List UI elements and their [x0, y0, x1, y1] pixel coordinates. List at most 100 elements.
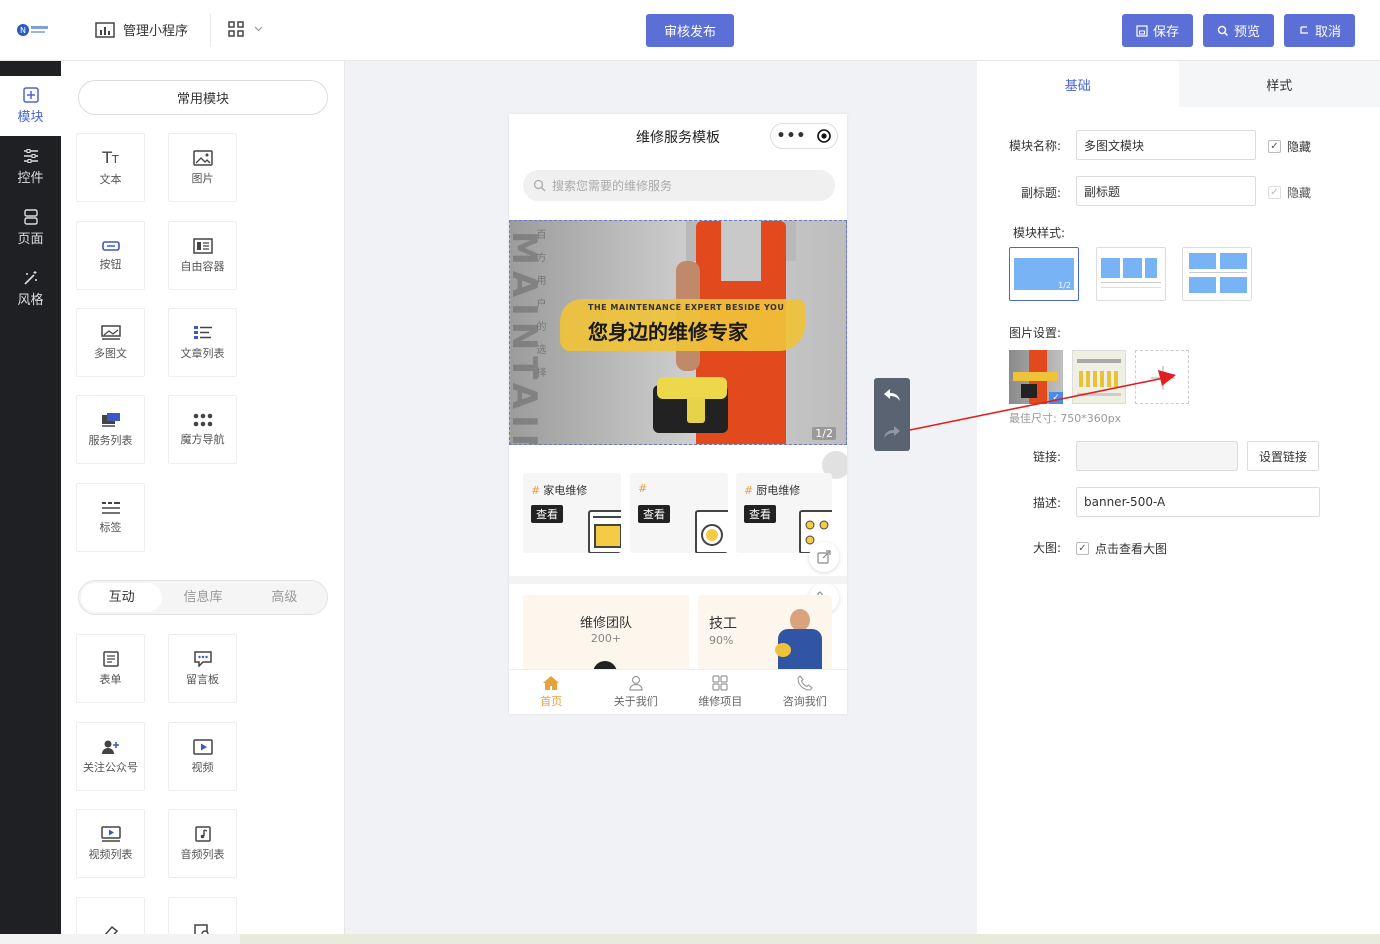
view-button[interactable]: 查看	[744, 505, 776, 523]
save-button[interactable]: 保存	[1122, 14, 1193, 47]
checkbox-checked-icon: ✓	[1076, 542, 1089, 555]
style-option-triple[interactable]	[1096, 247, 1166, 301]
module-form[interactable]: 表单	[76, 634, 145, 703]
module-more-1[interactable]	[76, 897, 145, 934]
banner-carousel[interactable]: MAINTAIN 百方用户的选择 THE MAINTENANCE EXPERT …	[509, 220, 847, 445]
tab-style[interactable]: 样式	[1178, 61, 1380, 107]
module-tag[interactable]: 标签	[76, 483, 145, 552]
sidebar-item-label: 模块	[17, 110, 44, 125]
tab-info-library[interactable]: 信息库	[162, 583, 243, 612]
search-input[interactable]: 搜索您需要的维修服务	[523, 170, 835, 201]
banner-cn-text: 您身边的维修专家	[588, 320, 748, 344]
team-card[interactable]: 维修团队 200+	[523, 595, 689, 685]
os-taskbar	[0, 934, 1380, 944]
checkbox-label: 隐藏	[1287, 186, 1312, 200]
module-follow-account[interactable]: 关注公众号	[76, 722, 145, 791]
module-multi-image-text[interactable]: 多图文	[76, 308, 145, 377]
share-fab[interactable]	[809, 542, 839, 572]
miniprogram-capsule[interactable]: •••	[770, 123, 838, 149]
washer-icon	[695, 510, 728, 553]
view-large-image-checkbox[interactable]: ✓ 点击查看大图	[1076, 540, 1167, 557]
module-text[interactable]: TT 文本	[76, 133, 145, 202]
sidebar-item-controls[interactable]: 控件	[0, 137, 61, 197]
search-icon	[533, 179, 546, 192]
hide-subtitle-checkbox[interactable]: ✓ 隐藏	[1268, 184, 1311, 201]
card-title: 厨电维修	[756, 484, 801, 497]
preview-button[interactable]: 预览	[1203, 14, 1274, 47]
list-icon	[193, 325, 212, 339]
team-count: 200+	[590, 632, 622, 645]
module-audio-list[interactable]: 音频列表	[168, 809, 237, 878]
service-card[interactable]: # 厨电维修 查看	[736, 473, 832, 553]
service-card[interactable]: # 家电维修 查看	[523, 473, 621, 553]
module-image[interactable]: 图片	[168, 133, 237, 202]
set-link-button[interactable]: 设置链接	[1247, 441, 1319, 471]
form-icon	[102, 650, 119, 667]
sidebar-item-modules[interactable]: 模块	[0, 76, 61, 136]
module-cube-nav[interactable]: 魔方导航	[168, 395, 237, 464]
tab-home[interactable]: 首页	[509, 670, 594, 714]
tab-about[interactable]: 关于我们	[594, 670, 679, 714]
phone-icon	[797, 675, 813, 691]
technician-card[interactable]: 技工 90%	[698, 595, 832, 675]
subtitle-label: 副标题:	[1020, 186, 1061, 200]
module-video-list[interactable]: 视频列表	[76, 809, 145, 878]
tab-interactive[interactable]: 互动	[81, 583, 163, 612]
tab-contact[interactable]: 咨询我们	[763, 670, 848, 714]
view-button[interactable]: 查看	[531, 505, 563, 523]
more-dots-icon[interactable]: •••	[777, 128, 807, 144]
team-title: 维修团队	[579, 616, 632, 631]
banner-vertical-text: 百方用户的选择	[534, 229, 545, 390]
module-video[interactable]: 视频	[168, 722, 237, 791]
text-icon: TT	[102, 148, 119, 167]
undo-redo-toolbar	[874, 378, 910, 451]
module-name-input[interactable]: 多图文模块	[1076, 130, 1256, 160]
save-icon	[1136, 24, 1148, 37]
publish-label: 审核发布	[663, 25, 716, 40]
style-badge: 1/2	[1058, 281, 1071, 290]
module-button[interactable]: 按钮	[76, 221, 145, 290]
sidebar-item-pages[interactable]: 页面	[0, 198, 61, 258]
image-icon	[192, 149, 213, 166]
view-button[interactable]: 查看	[638, 505, 670, 523]
manage-miniprogram-link[interactable]: 管理小程序	[95, 20, 188, 39]
multi-image-icon	[100, 324, 121, 340]
redo-icon[interactable]	[883, 425, 901, 439]
grid-icon	[712, 675, 728, 691]
style-option-grid[interactable]	[1182, 247, 1252, 301]
search-doc-icon	[193, 923, 209, 934]
module-label: 关注公众号	[83, 760, 138, 774]
service-card[interactable]: # 查看	[630, 473, 728, 553]
image-thumb[interactable]	[1072, 350, 1126, 404]
undo-icon[interactable]	[883, 388, 901, 402]
user-icon	[629, 675, 643, 691]
module-more-2[interactable]	[168, 897, 237, 934]
close-target-icon[interactable]	[817, 129, 832, 143]
module-label: 图片	[191, 171, 214, 185]
module-article-list[interactable]: 文章列表	[168, 308, 237, 377]
link-input[interactable]	[1076, 441, 1238, 471]
add-image-button[interactable]	[1135, 350, 1189, 404]
app-grid-dropdown[interactable]	[228, 21, 263, 37]
save-label: 保存	[1152, 25, 1179, 40]
module-service-list[interactable]: 服务列表	[76, 395, 145, 464]
common-modules-header[interactable]: 常用模块	[78, 80, 328, 115]
settings-tabs: 基础 样式	[977, 61, 1380, 107]
image-thumb-selected[interactable]: ✓	[1009, 350, 1063, 404]
oven-icon	[588, 510, 621, 553]
service-list-icon	[101, 412, 120, 427]
style-option-single[interactable]: 1/2	[1009, 247, 1079, 301]
hide-name-checkbox[interactable]: ✓ 隐藏	[1268, 138, 1311, 155]
publish-button[interactable]: 审核发布	[646, 14, 734, 47]
description-input[interactable]: banner-500-A	[1076, 487, 1320, 517]
module-message-board[interactable]: 留言板	[168, 634, 237, 703]
cancel-button[interactable]: 取消	[1284, 14, 1355, 47]
tab-projects[interactable]: 维修项目	[678, 670, 763, 714]
sidebar-item-style[interactable]: 风格	[0, 259, 61, 319]
module-free-container[interactable]: 自由容器	[168, 221, 237, 290]
tab-advanced[interactable]: 高级	[244, 583, 325, 612]
tab-basic[interactable]: 基础	[977, 61, 1179, 107]
subtitle-input[interactable]: 副标题	[1076, 176, 1256, 206]
eraser-icon	[103, 925, 118, 934]
tab-label: 关于我们	[613, 695, 658, 708]
